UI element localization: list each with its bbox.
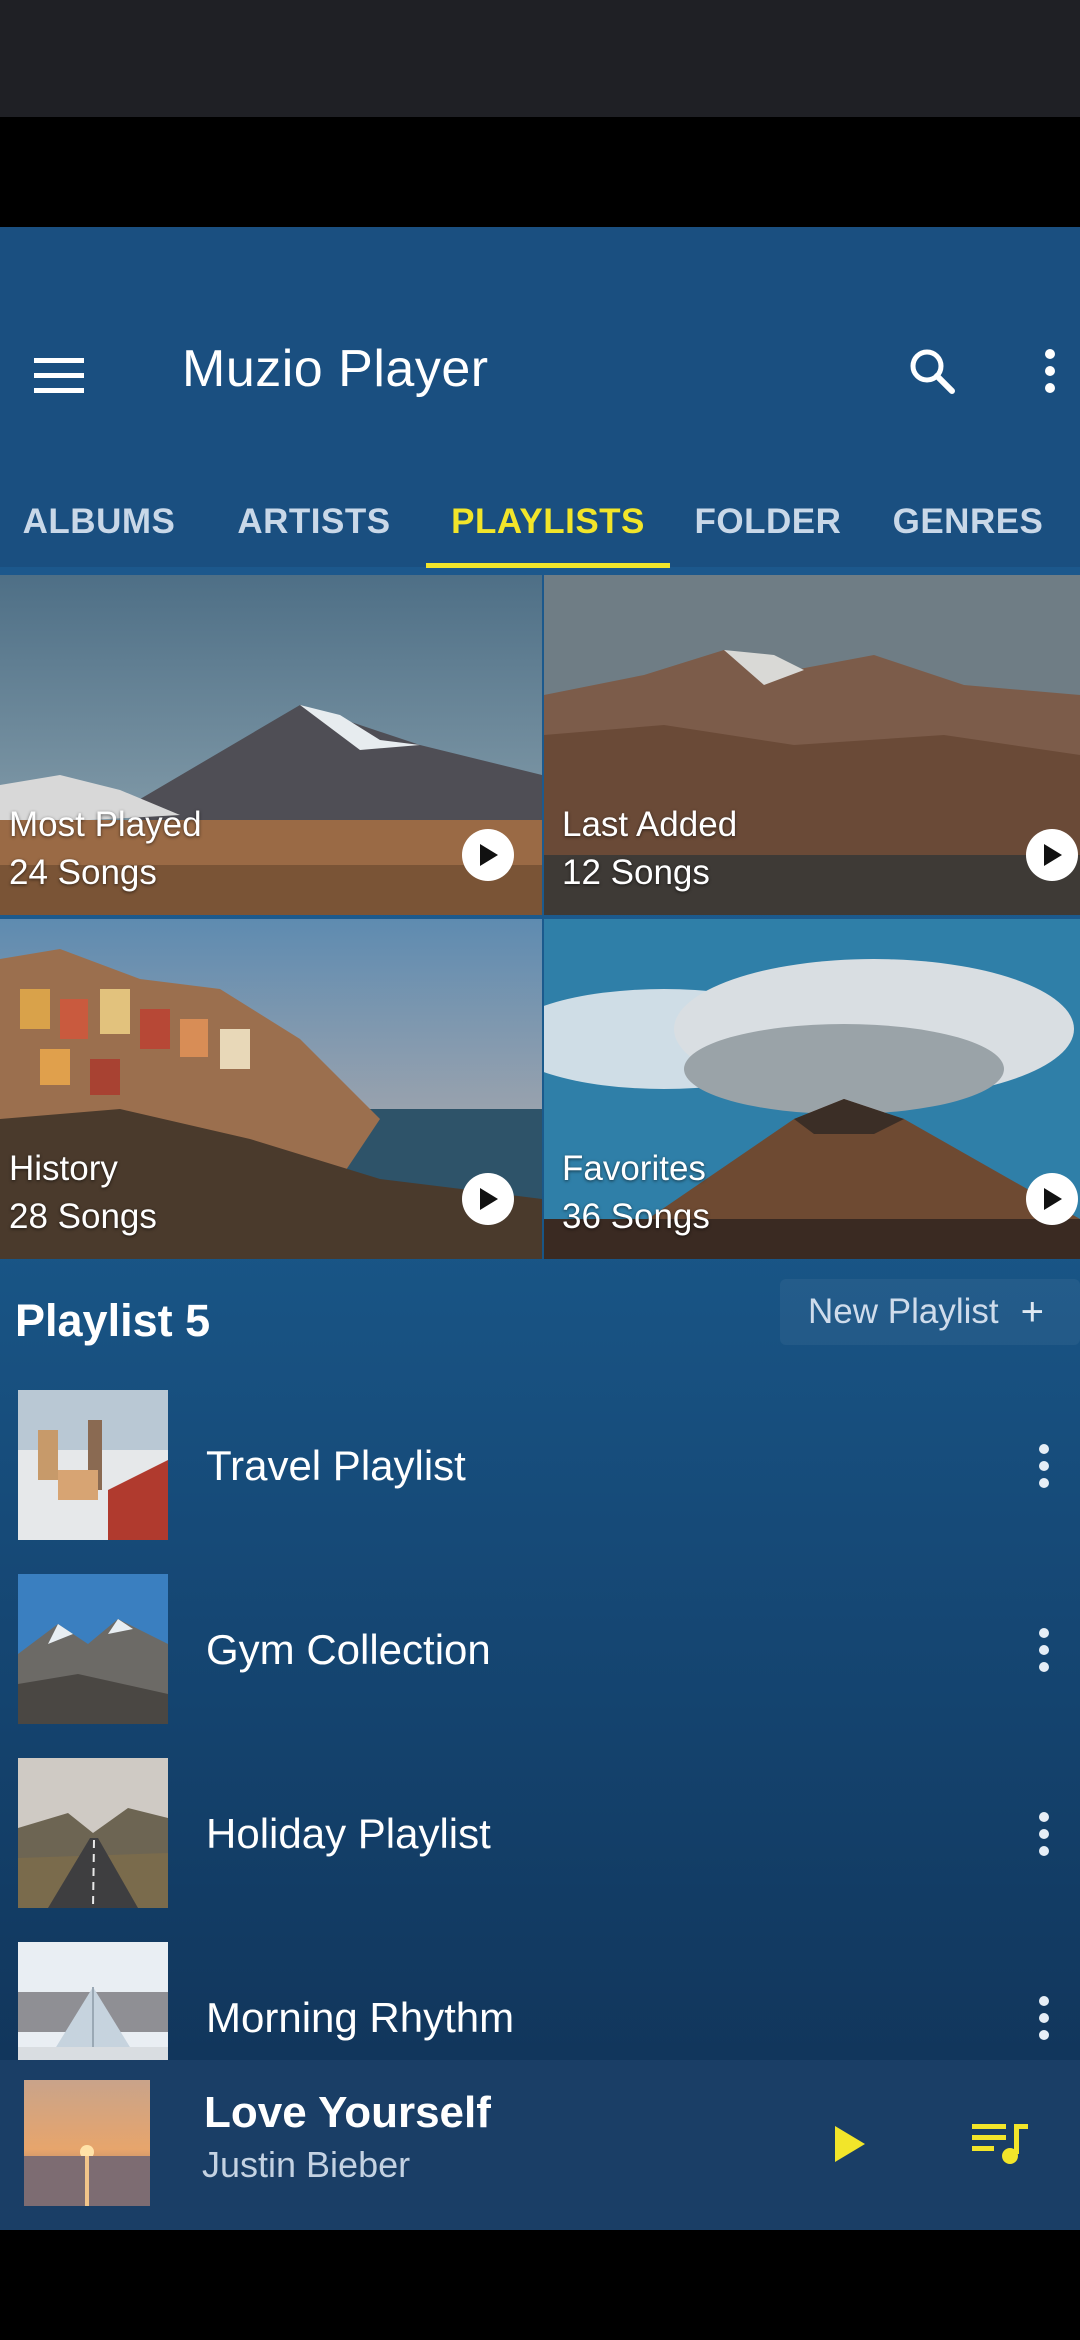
overflow-menu-button[interactable] — [1020, 339, 1080, 403]
sunset-image — [24, 2080, 150, 2206]
menu-button[interactable] — [28, 345, 90, 407]
tab-folder[interactable]: FOLDER — [684, 477, 852, 567]
list-item[interactable]: Gym Collection — [0, 1574, 1080, 1734]
play-button[interactable] — [1026, 829, 1078, 881]
search-button[interactable] — [900, 339, 964, 403]
featured-card-history[interactable]: History 28 Songs — [0, 919, 542, 1259]
card-count: 36 Songs — [562, 1197, 710, 1236]
navigation-bar-area — [0, 2230, 1080, 2340]
list-item[interactable]: Holiday Playlist — [0, 1758, 1080, 1918]
snowy-town-image — [18, 1390, 168, 1540]
playlist-options-button[interactable] — [1022, 1618, 1066, 1682]
tab-artists[interactable]: ARTISTS — [212, 477, 416, 567]
play-button[interactable] — [462, 829, 514, 881]
play-icon — [480, 844, 498, 866]
playlist-options-button[interactable] — [1022, 1434, 1066, 1498]
play-icon — [835, 2126, 865, 2162]
list-item[interactable]: Travel Playlist — [0, 1390, 1080, 1550]
playlist-thumbnail — [18, 1574, 168, 1724]
now-playing-artist: Justin Bieber — [202, 2144, 411, 2185]
tab-genres[interactable]: GENRES — [880, 477, 1056, 567]
plus-icon: + — [1020, 1289, 1044, 1334]
more-vert-icon — [1039, 1628, 1049, 1672]
album-art — [24, 2080, 150, 2206]
queue-music-icon — [972, 2124, 1028, 2164]
card-count: 24 Songs — [9, 853, 157, 892]
road-image — [18, 1758, 168, 1908]
now-playing-title: Love Yourself — [204, 2088, 491, 2137]
play-button[interactable] — [462, 1173, 514, 1225]
tab-albums[interactable]: ALBUMS — [0, 477, 198, 567]
more-vert-icon — [1045, 349, 1055, 393]
playlist-title: Morning Rhythm — [206, 1994, 515, 2041]
more-vert-icon — [1039, 1444, 1049, 1488]
more-vert-icon — [1039, 1812, 1049, 1856]
play-icon — [1044, 844, 1062, 866]
new-playlist-button[interactable]: New Playlist + — [780, 1279, 1080, 1345]
card-title: Favorites — [562, 1149, 706, 1188]
playlist-options-button[interactable] — [1022, 1986, 1066, 2050]
play-icon — [1044, 1188, 1062, 1210]
card-title: Last Added — [562, 805, 738, 844]
section-title: Playlist 5 — [15, 1295, 211, 1346]
playlist-title: Holiday Playlist — [206, 1810, 491, 1857]
playlist-title: Gym Collection — [206, 1626, 491, 1673]
featured-playlists-grid: Most Played 24 Songs Last Added 12 Songs — [0, 575, 1080, 1485]
play-icon — [480, 1188, 498, 1210]
playlist-thumbnail — [18, 1390, 168, 1540]
playlist-thumbnail — [18, 1758, 168, 1908]
featured-card-most-played[interactable]: Most Played 24 Songs — [0, 575, 542, 915]
tab-playlists[interactable]: PLAYLISTS — [426, 477, 670, 567]
app-bar: Muzio Player ALBUMS ARTISTS PLAYLISTS FO… — [0, 227, 1080, 568]
active-tab-indicator — [426, 563, 670, 568]
card-count: 12 Songs — [562, 853, 710, 892]
card-title: Most Played — [9, 805, 202, 844]
mini-player[interactable]: Love Yourself Justin Bieber — [0, 2060, 1080, 2230]
card-title: History — [9, 1149, 118, 1188]
play-button[interactable] — [1026, 1173, 1078, 1225]
notch-area — [0, 117, 1080, 227]
card-count: 28 Songs — [9, 1197, 157, 1236]
hamburger-icon — [34, 358, 84, 393]
app-title: Muzio Player — [182, 340, 489, 398]
search-icon — [910, 349, 955, 394]
more-vert-icon — [1039, 1996, 1049, 2040]
status-bar — [0, 0, 1080, 117]
playlist-title: Travel Playlist — [206, 1442, 466, 1489]
new-playlist-label: New Playlist — [808, 1292, 999, 1331]
featured-card-favorites[interactable]: Favorites 36 Songs — [544, 919, 1080, 1259]
queue-button[interactable] — [966, 2110, 1034, 2178]
playlist-options-button[interactable] — [1022, 1802, 1066, 1866]
mountain-range-image — [18, 1574, 168, 1724]
play-pause-button[interactable] — [820, 2114, 880, 2174]
featured-card-last-added[interactable]: Last Added 12 Songs — [544, 575, 1080, 915]
tab-bar: ALBUMS ARTISTS PLAYLISTS FOLDER GENRES — [0, 477, 1080, 567]
app-screen: Muzio Player ALBUMS ARTISTS PLAYLISTS FO… — [0, 227, 1080, 2230]
